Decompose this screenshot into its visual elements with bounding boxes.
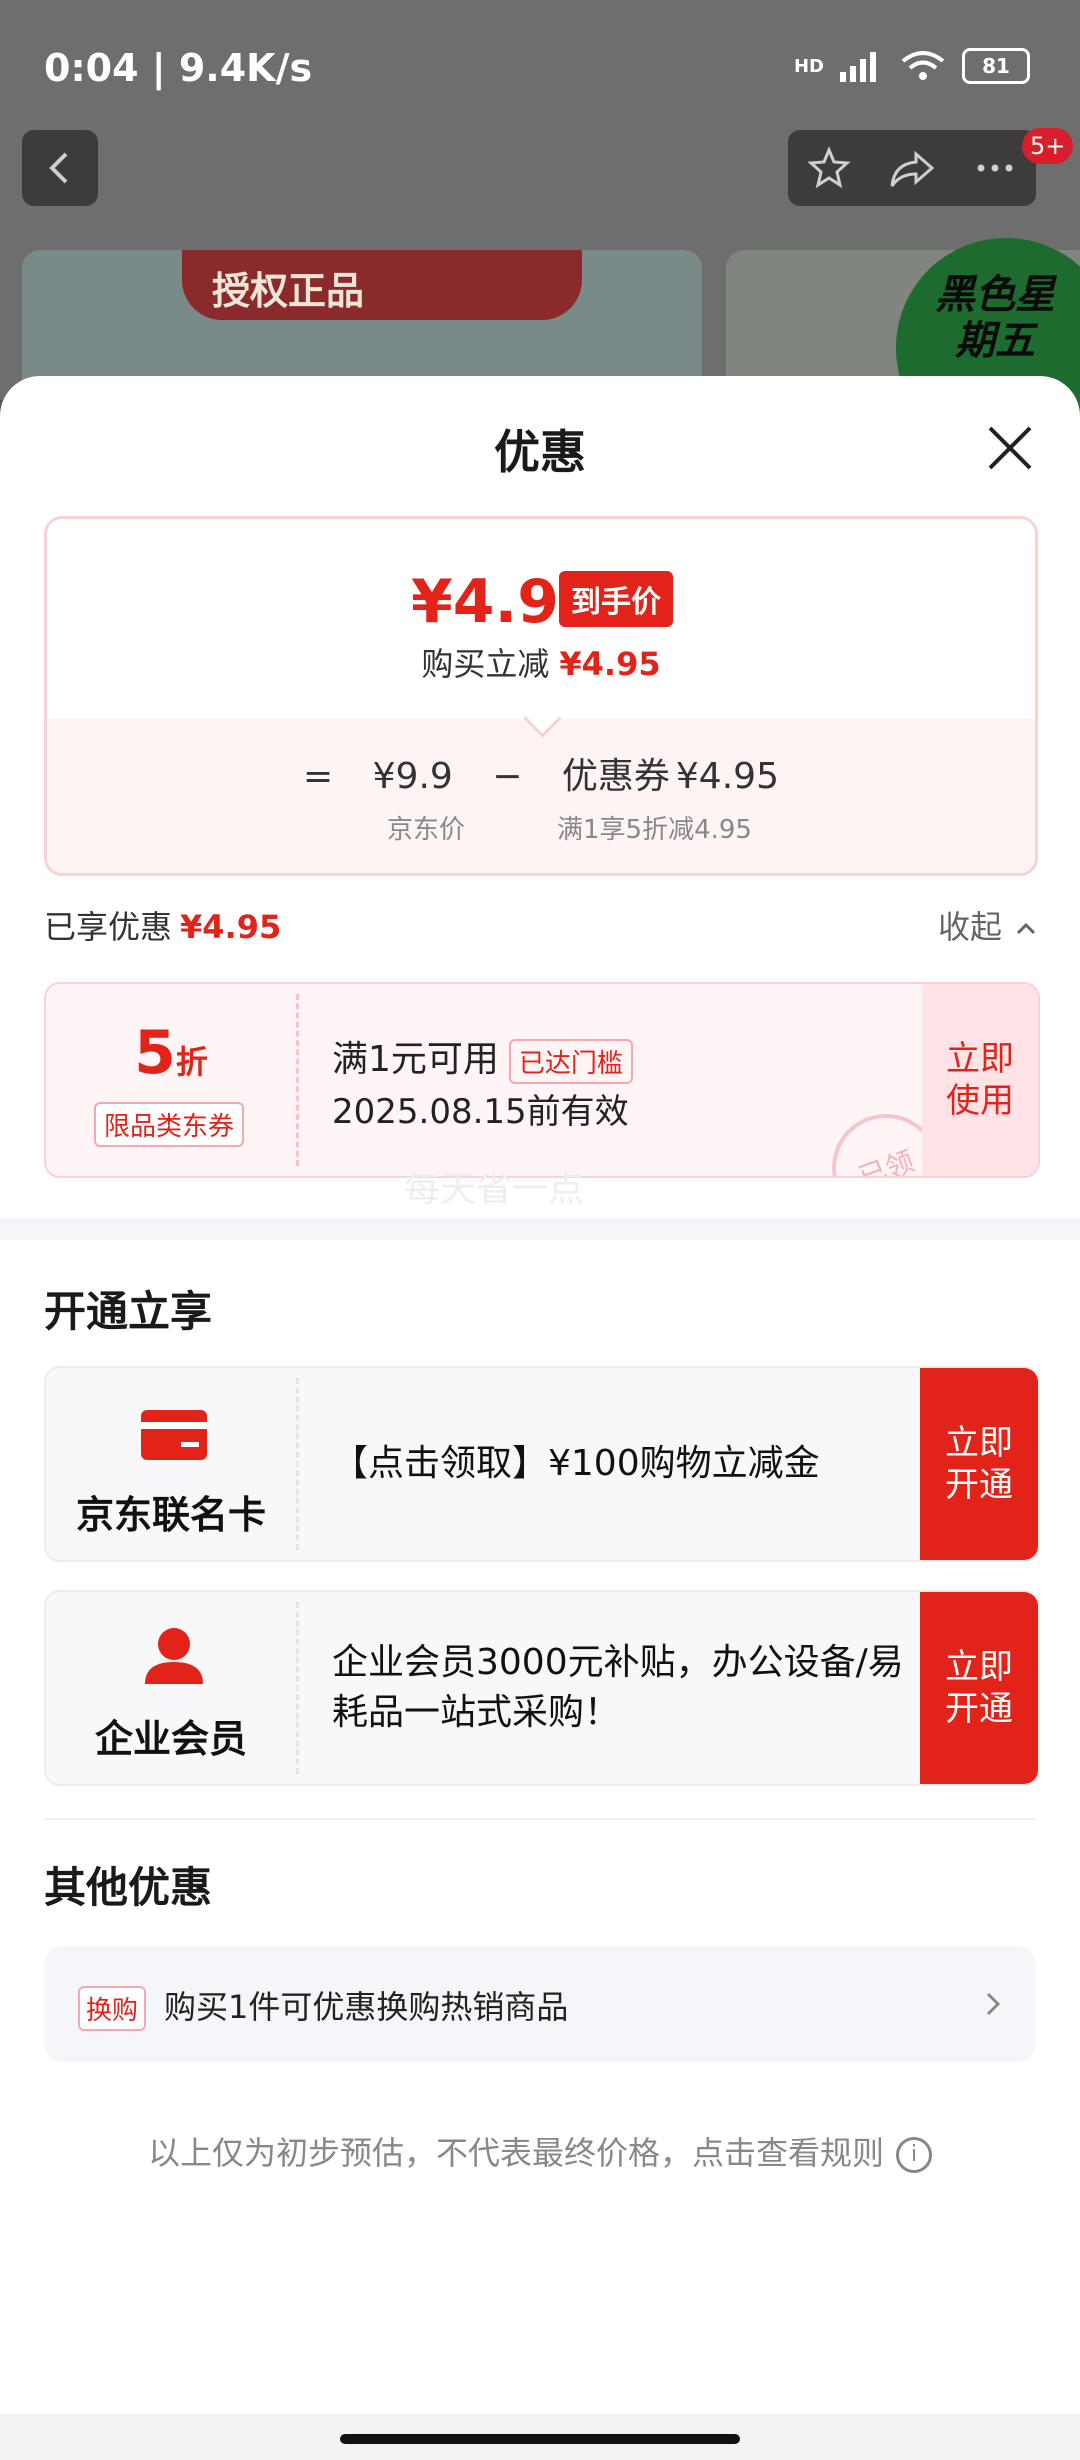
rules-footnote[interactable]: 以上仅为初步预估，不代表最终价格，点击查看规则 i <box>0 2128 1080 2174</box>
star-icon[interactable] <box>805 144 853 192</box>
home-indicator[interactable] <box>340 2434 740 2444</box>
status-time-speed: 0:04 | 9.4K/s <box>44 46 313 90</box>
coupon-rule: 满1享5折减4.95 <box>557 815 752 845</box>
benefit-enterprise-card: 企业会员 企业会员3000元补贴，办公设备/易耗品一站式采购！ 立即 开通 <box>44 1590 1040 1786</box>
coupon-type-tag: 限品类东券 <box>94 1102 245 1147</box>
status-icons: HD 81 <box>794 48 1030 84</box>
other-section-title: 其他优惠 <box>44 1863 213 1912</box>
benefit-name: 京东联名卡 <box>75 1493 266 1537</box>
benefit-name: 企业会员 <box>94 1717 247 1761</box>
status-bar: 0:04 | 9.4K/s HD 81 <box>0 0 1080 135</box>
wifi-icon <box>901 51 945 80</box>
price-calc-row: = ¥9.9 − 优惠券 ¥4.95 <box>47 747 1035 799</box>
chevron-left-icon <box>49 152 68 184</box>
buy-reduce-row: 购买立减 ¥4.95 <box>47 639 1035 685</box>
buy-reduce-value: ¥4.95 <box>559 645 661 683</box>
enjoyed-value: ¥4.95 <box>180 908 282 946</box>
share-icon[interactable] <box>886 144 938 192</box>
chevron-up-icon <box>1017 922 1036 935</box>
jd-price-label: 京东价 <box>387 815 466 845</box>
back-button[interactable] <box>22 130 98 206</box>
final-price-tag: 到手价 <box>559 571 673 627</box>
collapse-label: 收起 <box>938 908 1003 946</box>
enjoyed-discount: 已享优惠 ¥4.95 <box>44 902 281 948</box>
buy-reduce-label: 购买立减 <box>421 645 550 683</box>
close-icon[interactable] <box>980 418 1040 478</box>
swap-tag: 换购 <box>78 1986 147 2031</box>
info-icon: i <box>896 2137 932 2173</box>
coupon-discount: 5折 <box>134 1018 208 1088</box>
threshold-tag: 已达门槛 <box>508 1038 633 1084</box>
equals-sign: = <box>303 756 334 797</box>
collapse-toggle[interactable]: 收起 <box>938 902 1040 948</box>
open-jd-card-button[interactable]: 立即 开通 <box>920 1368 1038 1560</box>
watermark-text: 每天省一点 <box>404 1169 585 1210</box>
coupon-condition: 满1元可用 已达门槛 <box>332 1030 633 1084</box>
minus-sign: − <box>492 756 523 797</box>
coupon-label: 优惠券 <box>561 756 670 797</box>
top-actions <box>788 130 1036 206</box>
coupon-value: ¥4.95 <box>675 756 779 797</box>
more-icon[interactable] <box>971 144 1019 192</box>
credit-card-icon <box>141 1410 207 1460</box>
benefit-desc: 【点击领取】¥100购物立减金 <box>332 1443 820 1484</box>
message-badge: 5+ <box>1022 128 1074 164</box>
signal-icon <box>840 52 876 82</box>
swap-offer-row[interactable]: 换购 购买1件可优惠换购热销商品 <box>44 1946 1036 2062</box>
sheet-title: 优惠 <box>494 425 586 479</box>
coupon-card: 5折 限品类东券 满1元可用 已达门槛 2025.08.15前有效 已领 立即 使用 <box>44 982 1040 1178</box>
promo-text: 黑色星期五 <box>935 272 1055 364</box>
chevron-right-icon <box>986 1992 1001 2016</box>
enjoyed-label: 已享优惠 <box>44 908 173 946</box>
user-icon <box>145 1628 203 1684</box>
open-enterprise-button[interactable]: 立即 开通 <box>920 1592 1038 1784</box>
benefit-desc: 企业会员3000元补贴，办公设备/易耗品一站式采购！ <box>332 1642 904 1733</box>
use-coupon-button[interactable]: 立即 使用 <box>922 984 1038 1176</box>
brand-text: 授权正品 <box>212 269 365 313</box>
jd-price: ¥9.9 <box>372 756 453 797</box>
coupon-expiry: 2025.08.15前有效 <box>332 1092 629 1132</box>
battery-icon: 81 <box>962 48 1030 84</box>
network-label: HD <box>793 55 824 77</box>
open-section-title: 开通立享 <box>44 1287 213 1336</box>
swap-text: 购买1件可优惠换购热销商品 <box>164 1988 569 2026</box>
price-breakdown-card: ¥4.95 到手价 购买立减 ¥4.95 = ¥9.9 − 优惠券 ¥4.95 京东… <box>44 516 1038 876</box>
benefit-jd-card: 京东联名卡 【点击领取】¥100购物立减金 立即 开通 <box>44 1366 1040 1562</box>
